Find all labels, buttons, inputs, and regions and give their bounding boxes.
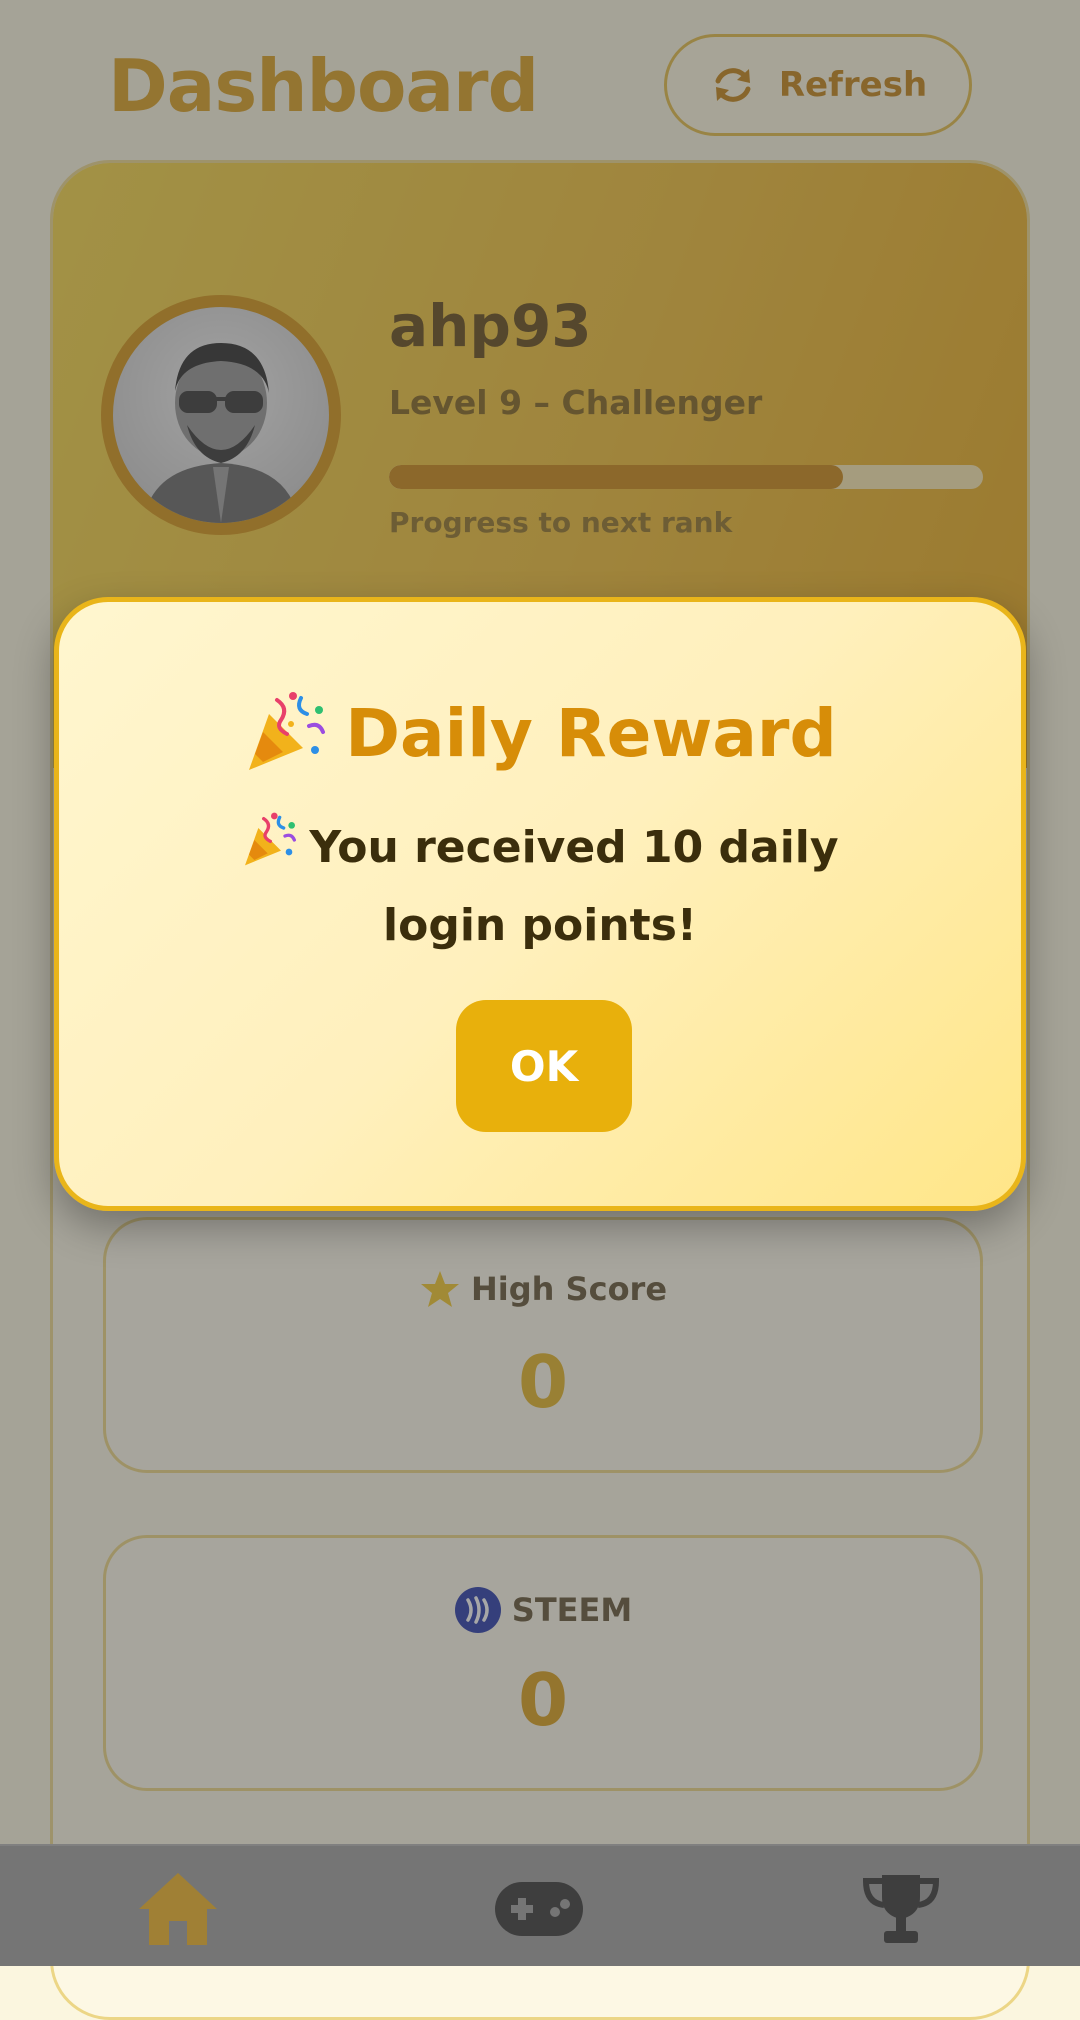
modal-title: Daily Reward — [59, 690, 1021, 778]
daily-reward-dialog: Daily Reward You received 10 daily login… — [54, 597, 1026, 1211]
party-popper-icon — [243, 690, 327, 778]
modal-message-text: You received 10 daily login points! — [309, 822, 839, 951]
modal-title-text: Daily Reward — [345, 695, 837, 772]
ok-button[interactable]: OK — [456, 1000, 632, 1132]
party-popper-icon — [241, 812, 297, 890]
modal-message: You received 10 daily login points! — [179, 812, 901, 962]
